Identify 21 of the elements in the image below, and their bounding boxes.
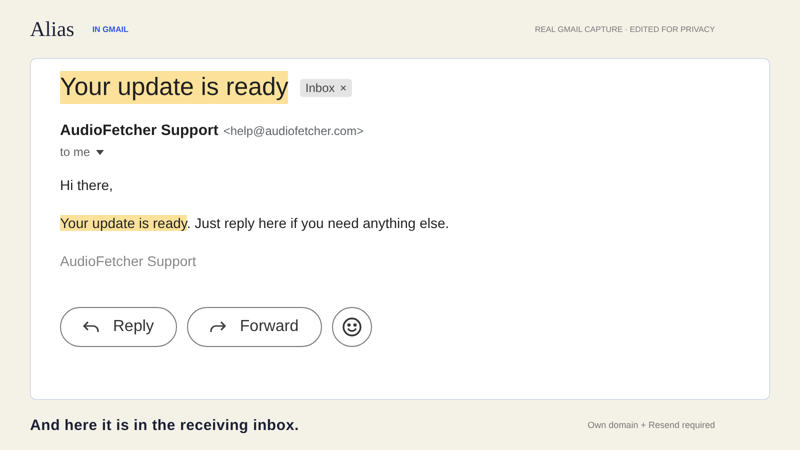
recipient-text: to me	[60, 145, 90, 159]
logo: Alias	[30, 16, 74, 42]
sender-name: AudioFetcher Support	[60, 122, 218, 139]
emoji-icon	[342, 317, 362, 337]
signature-text: AudioFetcher Support	[60, 253, 198, 269]
label-text: Inbox	[305, 80, 335, 94]
remove-label-button[interactable]: ×	[340, 80, 347, 94]
greeting-text: Hi there,	[60, 177, 114, 193]
emoji-reaction-button[interactable]	[332, 307, 372, 347]
forward-icon	[210, 321, 226, 333]
reply-icon	[83, 321, 99, 333]
email-subject: Your update is ready	[60, 71, 288, 104]
context-tag: IN GMAIL	[92, 24, 128, 34]
requirement-note: Own domain + Resend required	[588, 420, 715, 430]
sender-address: <help@audiofetcher.com>	[223, 124, 364, 138]
capture-note: REAL GMAIL CAPTURE · EDITED FOR PRIVACY	[534, 24, 715, 34]
reply-button[interactable]: Reply	[60, 307, 177, 347]
caption-text: And here it is in the receiving inbox.	[30, 416, 299, 434]
body-text: Your update is ready. Just reply here if you need anything else.	[60, 215, 450, 231]
forward-button[interactable]: Forward	[186, 307, 322, 347]
caret-icon[interactable]	[96, 150, 104, 154]
